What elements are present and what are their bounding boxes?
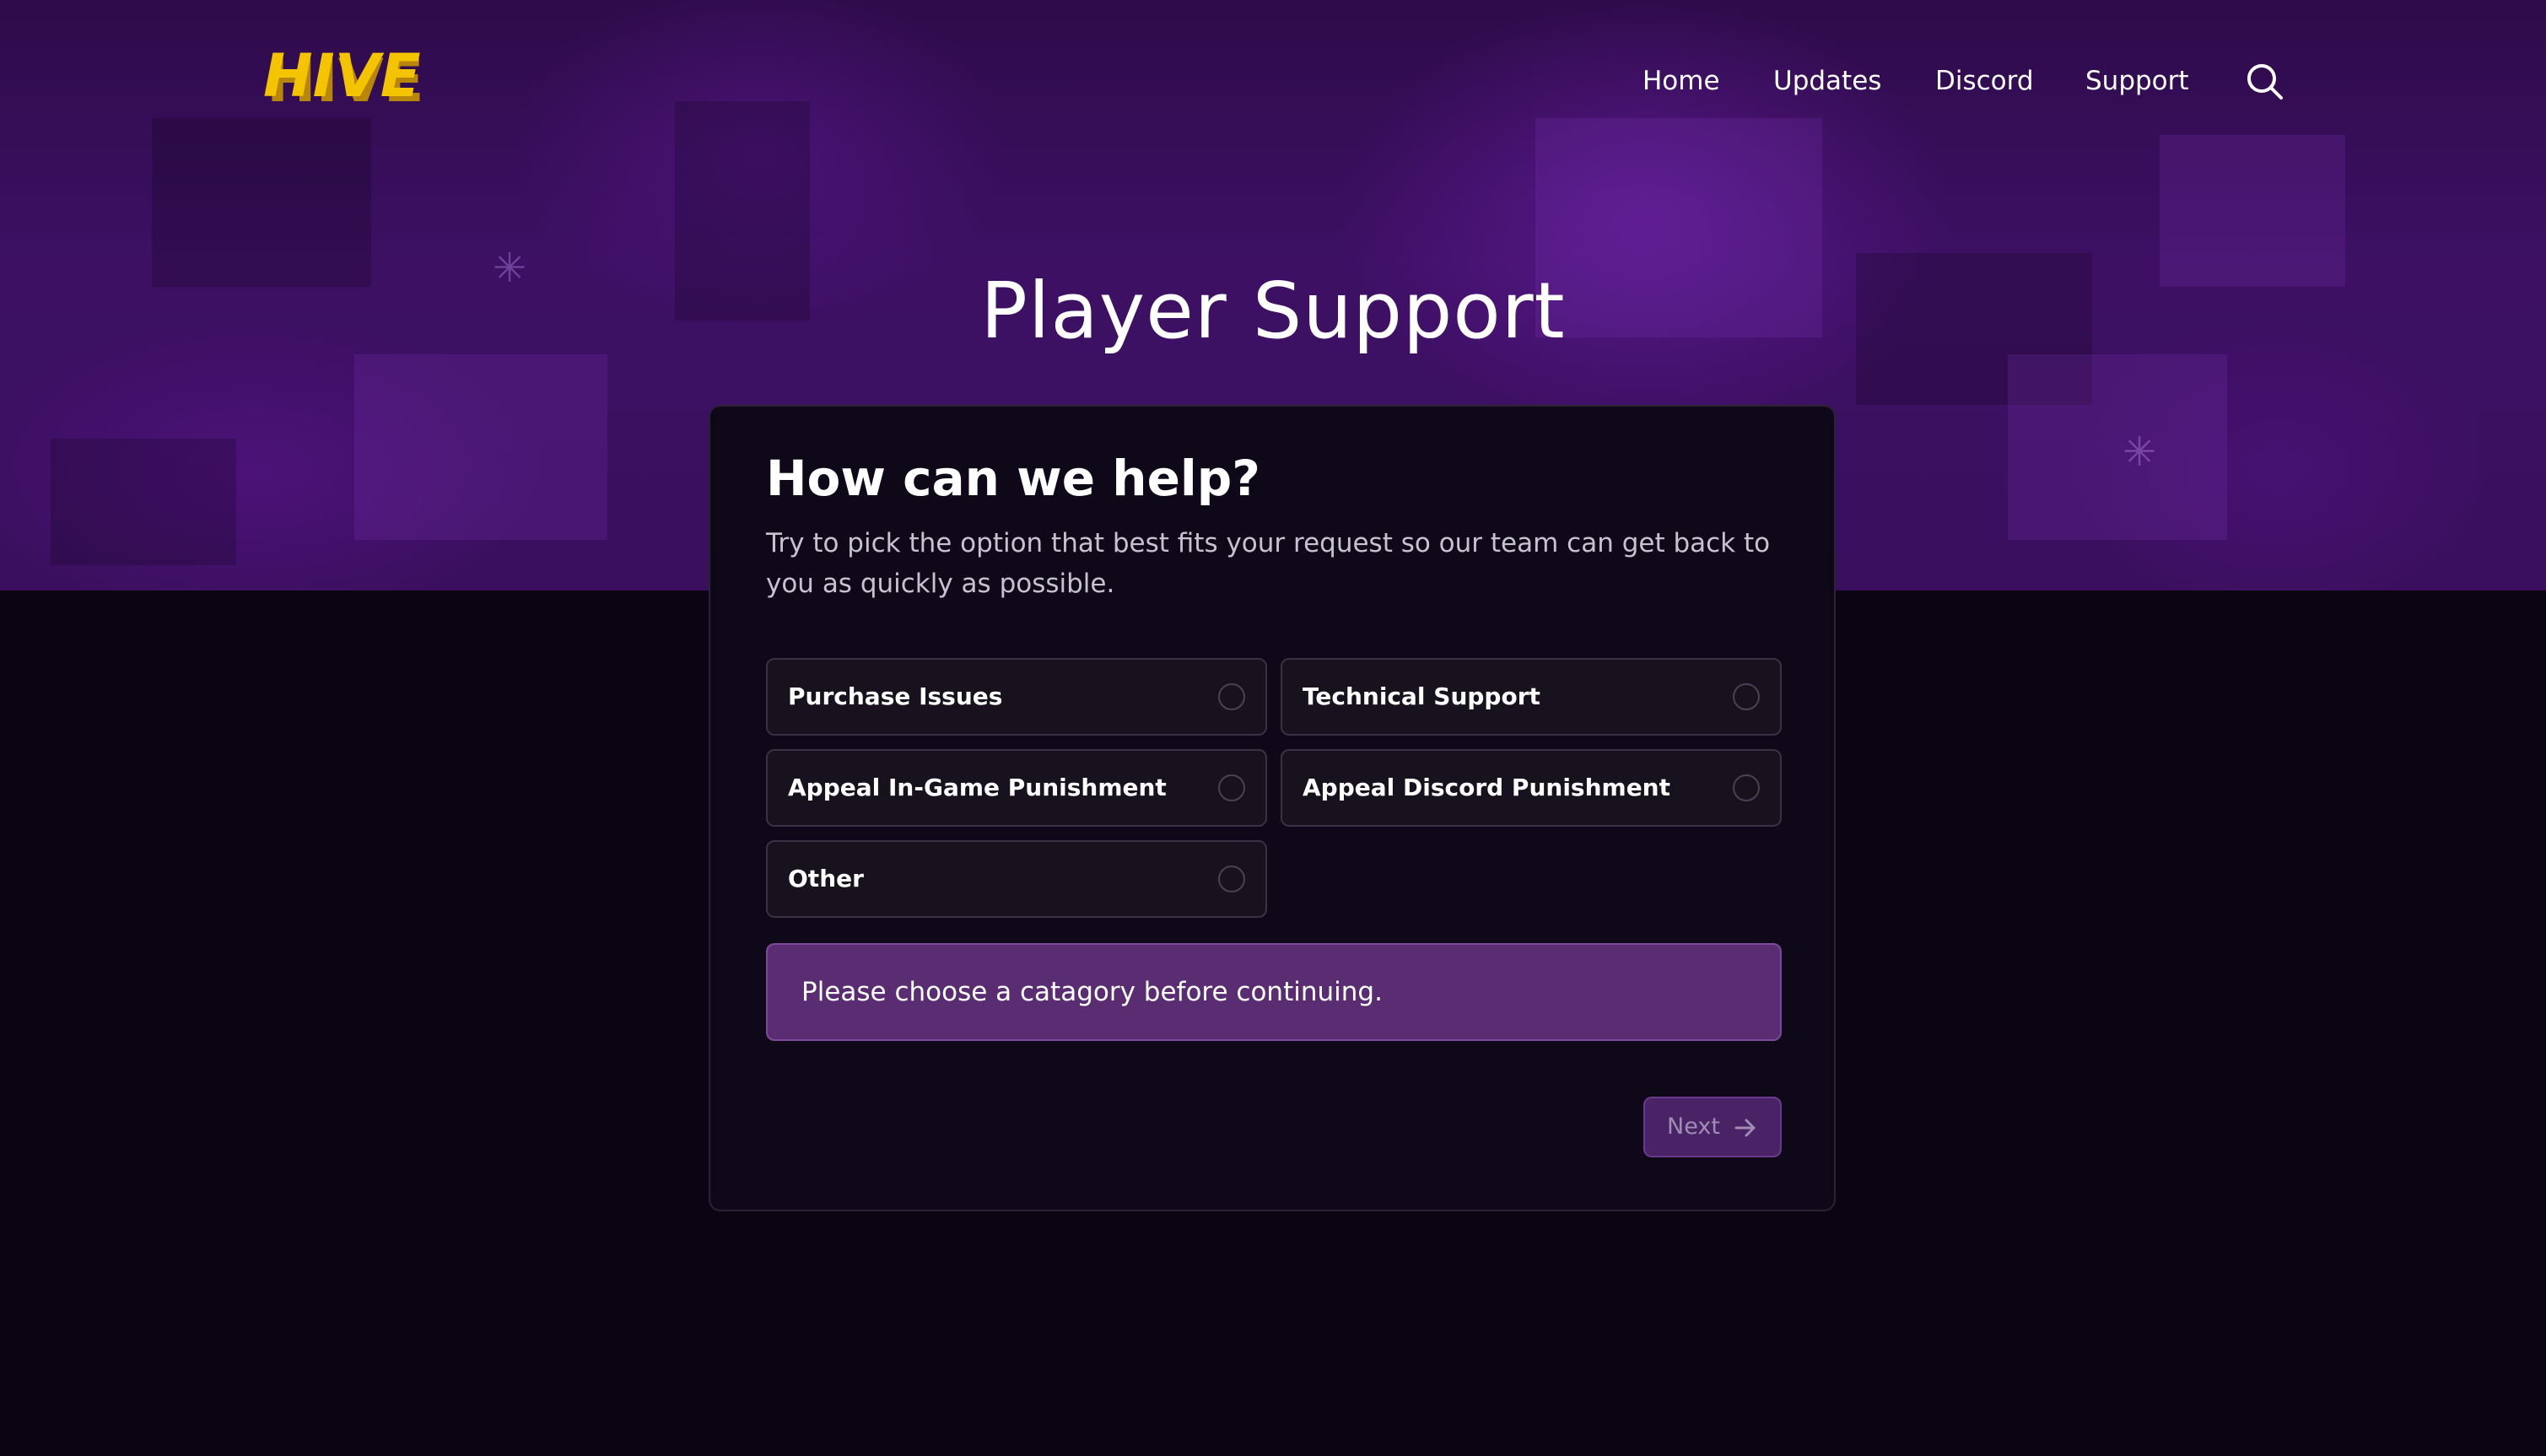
validation-alert: Please choose a catagory before continui… <box>766 943 1782 1041</box>
radio-button[interactable] <box>1733 774 1760 801</box>
option-appeal-discord-punishment[interactable]: Appeal Discord Punishment <box>1281 749 1782 827</box>
next-label: Next <box>1667 1114 1720 1140</box>
option-appeal-in-game-punishment[interactable]: Appeal In-Game Punishment <box>766 749 1267 827</box>
option-other[interactable]: Other <box>766 840 1267 918</box>
radio-button[interactable] <box>1218 866 1245 892</box>
option-label: Appeal Discord Punishment <box>1303 774 1670 801</box>
alert-text: Please choose a catagory before continui… <box>801 977 1383 1007</box>
page-title: Player Support <box>980 266 1566 356</box>
top-nav: Home Updates Discord Support <box>0 64 2546 101</box>
option-label: Other <box>788 865 864 892</box>
option-label: Appeal In-Game Punishment <box>788 774 1167 801</box>
next-button[interactable]: Next <box>1643 1097 1782 1157</box>
cobweb-icon: ✳ <box>2123 429 2157 476</box>
nav-support[interactable]: Support <box>2085 64 2189 98</box>
nav-updates[interactable]: Updates <box>1773 64 1881 98</box>
option-purchase-issues[interactable]: Purchase Issues <box>766 658 1267 736</box>
option-label: Technical Support <box>1303 682 1540 710</box>
nav-discord[interactable]: Discord <box>1935 64 2034 98</box>
option-label: Purchase Issues <box>788 682 1003 710</box>
support-form-card: How can we help? Try to pick the option … <box>709 405 1836 1211</box>
nav-home[interactable]: Home <box>1642 64 1720 98</box>
option-technical-support[interactable]: Technical Support <box>1281 658 1782 736</box>
card-description: Try to pick the option that best fits yo… <box>766 528 1771 599</box>
radio-button[interactable] <box>1218 774 1245 801</box>
card-title: How can we help? <box>766 450 1260 507</box>
search-icon[interactable] <box>2244 61 2284 101</box>
radio-button[interactable] <box>1733 683 1760 710</box>
arrow-right-icon <box>1734 1119 1756 1137</box>
radio-button[interactable] <box>1218 683 1245 710</box>
page: ✳ ✳ HIVE HIVE Home Updates Discord Suppo… <box>0 0 2546 1456</box>
